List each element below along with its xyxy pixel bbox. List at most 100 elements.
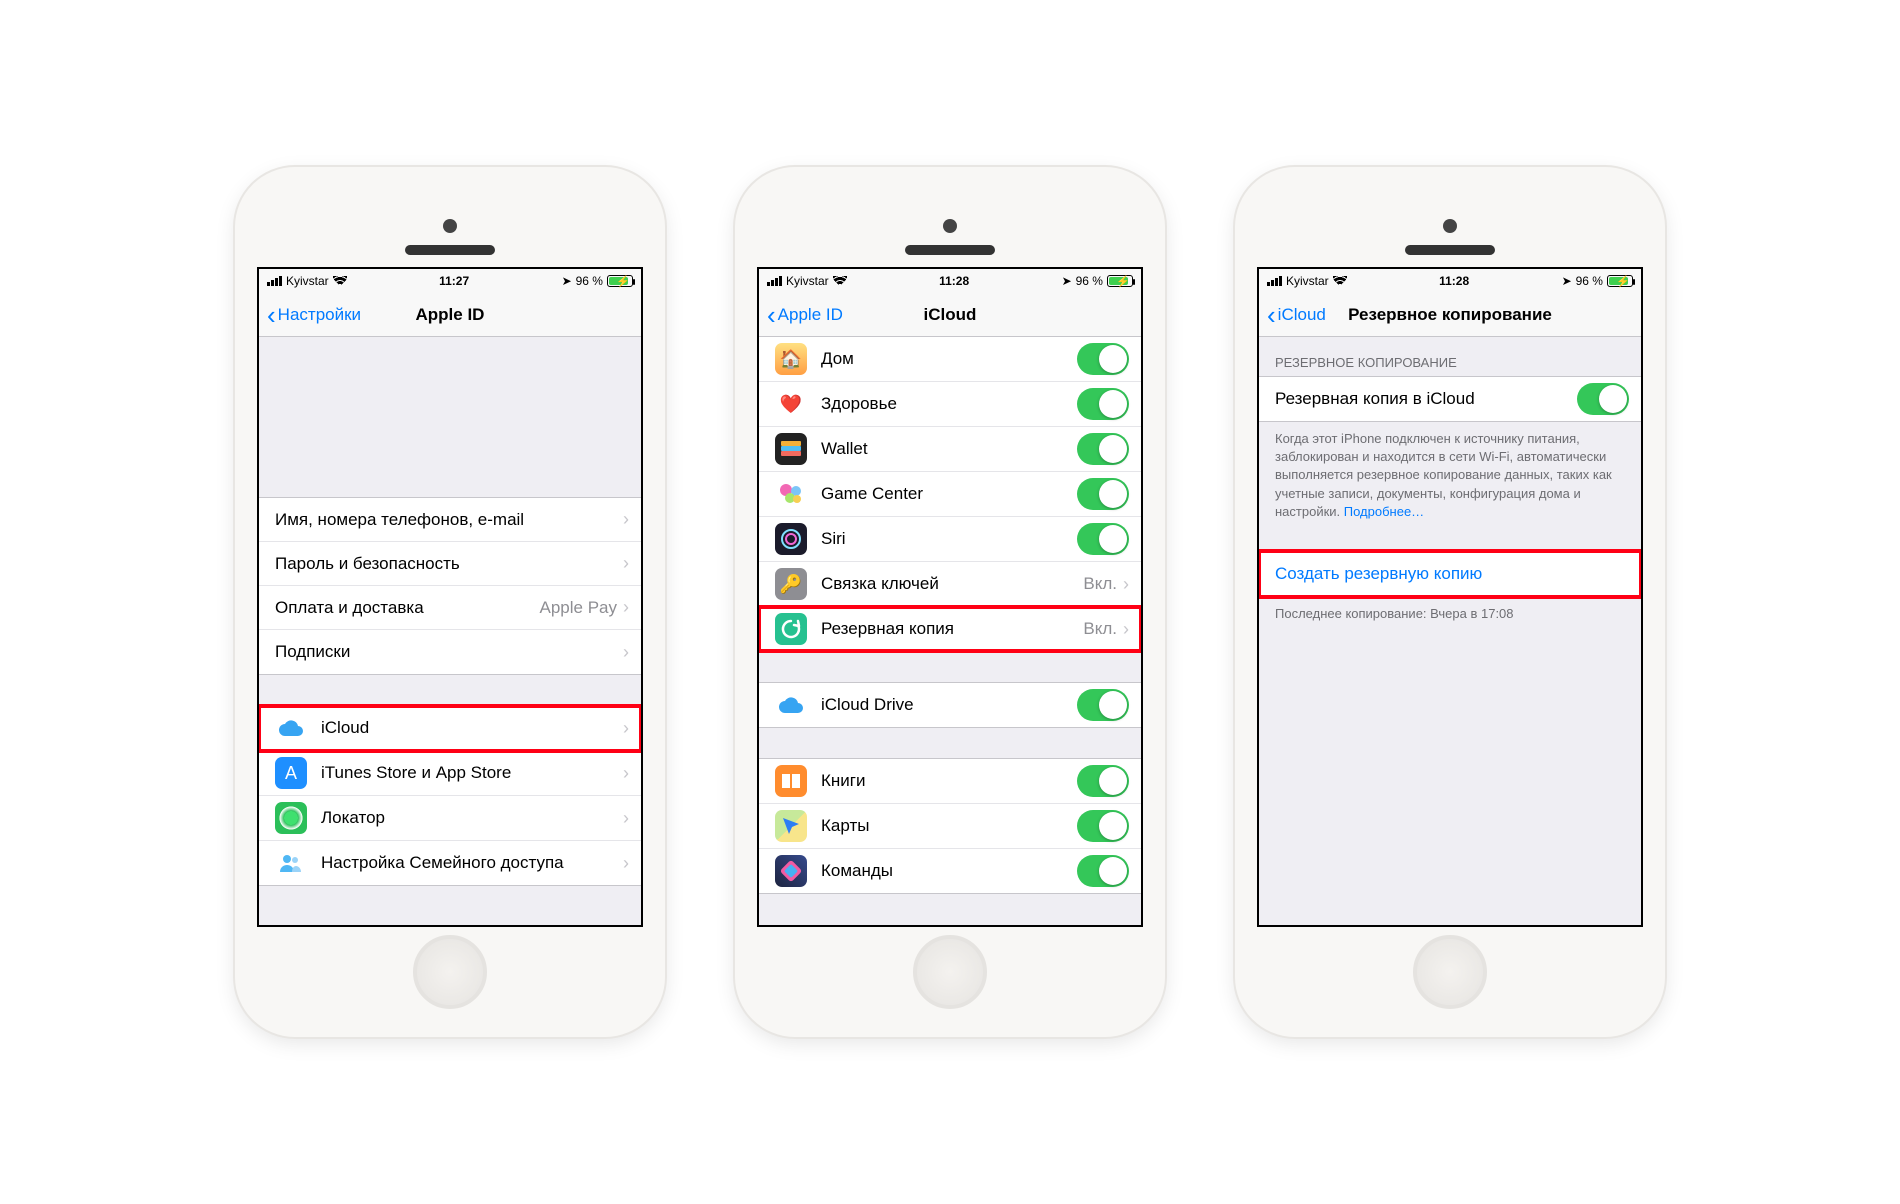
- row-name-phone-email[interactable]: Имя, номера телефонов, e-mail ›: [259, 498, 641, 542]
- status-time: 11:27: [439, 274, 469, 288]
- row-wallet[interactable]: Wallet: [759, 427, 1141, 472]
- toggle-switch[interactable]: [1077, 810, 1129, 842]
- home-icon: 🏠: [775, 343, 807, 375]
- maps-icon: [775, 810, 807, 842]
- backup-now-button[interactable]: Создать резервную копию: [1259, 552, 1641, 596]
- row-payment-shipping[interactable]: Оплата и доставка Apple Pay ›: [259, 586, 641, 630]
- carrier-label: Kyivstar: [286, 274, 329, 288]
- chevron-right-icon: ›: [623, 808, 629, 829]
- phone-frame-3: Kyivstar 11:28 ➤ 96 % ⚡ ‹ iCloud Резервн…: [1235, 167, 1665, 1037]
- row-icloud-drive[interactable]: iCloud Drive: [759, 683, 1141, 727]
- battery-icon: ⚡: [607, 275, 633, 287]
- home-button[interactable]: [413, 935, 487, 1009]
- family-icon: [275, 847, 307, 879]
- settings-group-2: iCloud › A iTunes Store и App Store › Ло…: [259, 705, 641, 886]
- screen-1: Kyivstar 11:27 ➤ 96 % ⚡ ‹ Настройки Appl…: [257, 267, 643, 927]
- screen-2: Kyivstar 11:28 ➤ 96 % ⚡ ‹ Apple ID iClou…: [757, 267, 1143, 927]
- icloud-apps-group: Книги Карты Команды: [759, 758, 1141, 894]
- section-footer: Когда этот iPhone подключен к источнику …: [1259, 422, 1641, 521]
- wifi-icon: [333, 276, 347, 286]
- chevron-left-icon: ‹: [267, 302, 276, 328]
- screen-3: Kyivstar 11:28 ➤ 96 % ⚡ ‹ iCloud Резервн…: [1257, 267, 1643, 927]
- row-home[interactable]: 🏠 Дом: [759, 337, 1141, 382]
- row-keychain[interactable]: 🔑 Связка ключей Вкл. ›: [759, 562, 1141, 607]
- battery-icon: ⚡: [1107, 275, 1133, 287]
- row-itunes-appstore[interactable]: A iTunes Store и App Store ›: [259, 751, 641, 796]
- status-bar: Kyivstar 11:28 ➤ 96 % ⚡: [759, 269, 1141, 293]
- chevron-right-icon: ›: [623, 642, 629, 663]
- battery-icon: ⚡: [1607, 275, 1633, 287]
- row-findmy[interactable]: Локатор ›: [259, 796, 641, 841]
- row-health[interactable]: ❤️ Здоровье: [759, 382, 1141, 427]
- chevron-right-icon: ›: [623, 553, 629, 574]
- chevron-right-icon: ›: [623, 763, 629, 784]
- last-backup-label: Последнее копирование: Вчера в 17:08: [1259, 597, 1641, 623]
- back-button[interactable]: ‹ iCloud: [1267, 302, 1326, 328]
- backup-icon: [775, 613, 807, 645]
- row-subscriptions[interactable]: Подписки ›: [259, 630, 641, 674]
- battery-text: 96 %: [1076, 274, 1103, 288]
- battery-text: 96 %: [576, 274, 603, 288]
- icloud-drive-group: iCloud Drive: [759, 682, 1141, 728]
- section-header: РЕЗЕРВНОЕ КОПИРОВАНИЕ: [1259, 355, 1641, 376]
- status-bar: Kyivstar 11:28 ➤ 96 % ⚡: [1259, 269, 1641, 293]
- chevron-right-icon: ›: [1123, 574, 1129, 595]
- nav-bar: ‹ iCloud Резервное копирование: [1259, 293, 1641, 337]
- back-label: iCloud: [1278, 305, 1326, 325]
- content-area: Имя, номера телефонов, e-mail › Пароль и…: [259, 337, 641, 925]
- row-password-security[interactable]: Пароль и безопасность ›: [259, 542, 641, 586]
- status-bar: Kyivstar 11:27 ➤ 96 % ⚡: [259, 269, 641, 293]
- signal-icon: [267, 276, 282, 286]
- toggle-switch[interactable]: [1077, 478, 1129, 510]
- location-icon: ➤: [1062, 274, 1072, 288]
- row-maps[interactable]: Карты: [759, 804, 1141, 849]
- chevron-left-icon: ‹: [767, 302, 776, 328]
- wifi-icon: [833, 276, 847, 286]
- home-button[interactable]: [913, 935, 987, 1009]
- row-shortcuts[interactable]: Команды: [759, 849, 1141, 893]
- phone-frame-2: Kyivstar 11:28 ➤ 96 % ⚡ ‹ Apple ID iClou…: [735, 167, 1165, 1037]
- row-icloud-backup[interactable]: Резервная копия в iCloud: [1259, 377, 1641, 421]
- row-siri[interactable]: Siri: [759, 517, 1141, 562]
- carrier-label: Kyivstar: [1286, 274, 1329, 288]
- row-books[interactable]: Книги: [759, 759, 1141, 804]
- toggle-switch[interactable]: [1077, 433, 1129, 465]
- cloud-icon: [275, 712, 307, 744]
- chevron-right-icon: ›: [623, 718, 629, 739]
- chevron-right-icon: ›: [623, 853, 629, 874]
- toggle-switch[interactable]: [1577, 383, 1629, 415]
- carrier-label: Kyivstar: [786, 274, 829, 288]
- phone-frame-1: Kyivstar 11:27 ➤ 96 % ⚡ ‹ Настройки Appl…: [235, 167, 665, 1037]
- shortcuts-icon: [775, 855, 807, 887]
- books-icon: [775, 765, 807, 797]
- home-button[interactable]: [1413, 935, 1487, 1009]
- signal-icon: [1267, 276, 1282, 286]
- backup-toggle-group: Резервная копия в iCloud: [1259, 376, 1641, 422]
- siri-icon: [775, 523, 807, 555]
- toggle-switch[interactable]: [1077, 343, 1129, 375]
- row-icloud[interactable]: iCloud ›: [259, 706, 641, 751]
- toggle-switch[interactable]: [1077, 765, 1129, 797]
- toggle-switch[interactable]: [1077, 855, 1129, 887]
- backup-now-group: Создать резервную копию: [1259, 551, 1641, 597]
- battery-text: 96 %: [1576, 274, 1603, 288]
- signal-icon: [767, 276, 782, 286]
- status-time: 11:28: [1439, 274, 1469, 288]
- chevron-right-icon: ›: [1123, 619, 1129, 640]
- toggle-switch[interactable]: [1077, 388, 1129, 420]
- row-backup[interactable]: Резервная копия Вкл. ›: [759, 607, 1141, 651]
- toggle-switch[interactable]: [1077, 689, 1129, 721]
- row-gamecenter[interactable]: Game Center: [759, 472, 1141, 517]
- back-button[interactable]: ‹ Apple ID: [767, 302, 843, 328]
- toggle-switch[interactable]: [1077, 523, 1129, 555]
- nav-bar: ‹ Настройки Apple ID: [259, 293, 641, 337]
- cloud-icon: [775, 689, 807, 721]
- learn-more-link[interactable]: Подробнее…: [1344, 504, 1424, 519]
- key-icon: 🔑: [775, 568, 807, 600]
- chevron-left-icon: ‹: [1267, 302, 1276, 328]
- back-button[interactable]: ‹ Настройки: [267, 302, 361, 328]
- location-icon: ➤: [1562, 274, 1572, 288]
- row-family-sharing[interactable]: Настройка Семейного доступа ›: [259, 841, 641, 885]
- gamecenter-icon: [775, 478, 807, 510]
- status-time: 11:28: [939, 274, 969, 288]
